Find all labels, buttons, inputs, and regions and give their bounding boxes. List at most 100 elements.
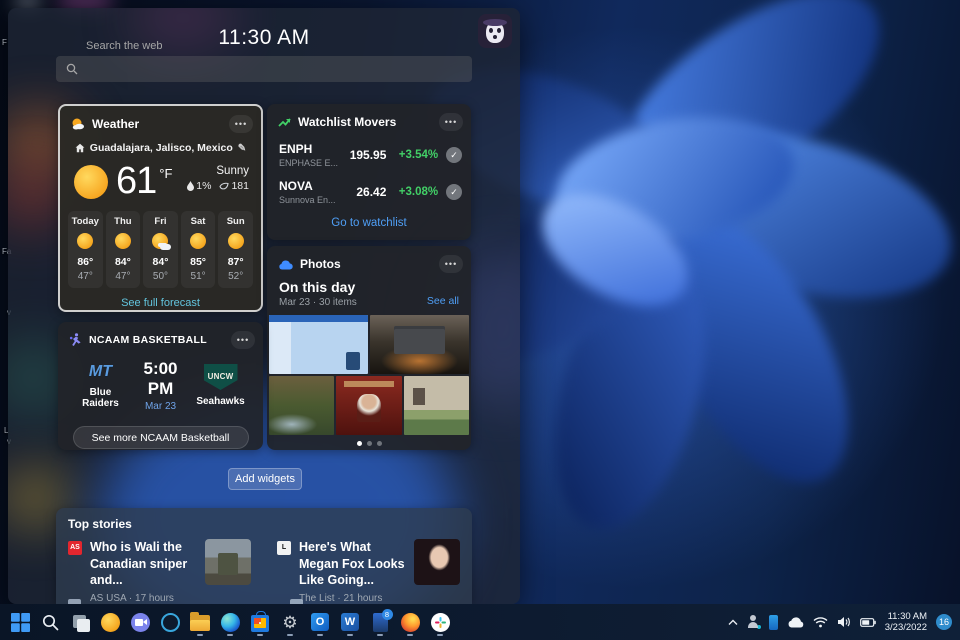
source-logo: AS [68, 541, 82, 555]
mt-logo: MT [72, 363, 129, 381]
chat-button[interactable] [128, 607, 152, 637]
windows-logo-icon [11, 613, 30, 632]
widget-title: Photos [300, 257, 432, 271]
taskbar-search-button[interactable] [38, 607, 62, 637]
edge-button[interactable] [218, 607, 242, 637]
volume-tray-icon[interactable] [837, 616, 851, 628]
presence-dot [756, 624, 762, 630]
outlook-button[interactable]: O [308, 607, 332, 637]
page-dot[interactable] [367, 441, 372, 446]
file-explorer-button[interactable] [188, 607, 212, 637]
sunny-icon [115, 233, 131, 249]
widgets-panel: 11:30 AM Search the web Weather [8, 8, 520, 604]
phone-icon [769, 615, 778, 630]
team-blue-raiders[interactable]: MT Blue Raiders [72, 363, 129, 409]
see-full-forecast-link[interactable]: See full forecast [60, 297, 261, 309]
news-story[interactable]: AS Who is Wali the Canadian sniper and..… [68, 539, 251, 604]
add-widgets-button[interactable]: Add widgets [228, 468, 302, 490]
onedrive-tray-icon[interactable] [787, 617, 804, 628]
forecast-day[interactable]: Sun 87° 52° [218, 211, 253, 288]
notification-count-badge[interactable]: 16 [936, 614, 952, 630]
task-view-button[interactable] [68, 607, 92, 637]
tray-chevron-up-button[interactable] [728, 619, 738, 626]
desktop-icon-label: F [2, 38, 7, 47]
forecast-day[interactable]: Sat 85° 51° [181, 211, 216, 288]
watchlist-widget[interactable]: Watchlist Movers ••• ENPH ENPHASE E... 1… [267, 104, 471, 240]
photo-thumbnail[interactable] [336, 376, 401, 435]
condition-text: Sunny [187, 165, 249, 177]
check-circle-icon[interactable]: ✓ [446, 147, 462, 163]
sunny-icon [228, 233, 244, 249]
pagination-dots [267, 441, 471, 446]
see-all-link[interactable]: See all [427, 295, 459, 308]
firefox-button[interactable] [398, 607, 422, 637]
search-input[interactable]: Search the web [56, 56, 472, 82]
photos-meta: Mar 23 · 30 items [279, 297, 427, 308]
search-placeholder: Search the web [86, 40, 162, 99]
check-circle-icon[interactable]: ✓ [446, 184, 462, 200]
ticker-name: Sunnova En... [279, 195, 343, 205]
edit-location-icon[interactable]: ✎ [238, 143, 246, 154]
profile-avatar[interactable] [478, 14, 512, 48]
running-indicator [347, 634, 353, 636]
current-temp: 61 [116, 161, 156, 201]
word-button[interactable]: W [338, 607, 362, 637]
news-story[interactable]: L Here's What Megan Fox Looks Like Going… [277, 539, 460, 604]
photo-thumbnail[interactable] [269, 376, 334, 435]
tray-clock[interactable]: 11:30 AM 3/23/2022 [885, 611, 927, 633]
ticker-symbol: ENPH [279, 142, 343, 156]
watchlist-row[interactable]: ENPH ENPHASE E... 195.95 +3.54% ✓ [267, 142, 471, 168]
widget-menu-button[interactable]: ••• [439, 255, 463, 273]
running-indicator [197, 634, 203, 636]
cortana-button[interactable] [158, 607, 182, 637]
widget-menu-button[interactable]: ••• [231, 331, 255, 349]
forecast-day[interactable]: Thu 84° 47° [106, 211, 141, 288]
photos-widget[interactable]: Photos ••• On this day Mar 23 · 30 items… [267, 246, 471, 450]
story-title: Here's What Megan Fox Looks Like Going..… [299, 539, 406, 589]
sports-widget[interactable]: NCAAM BASKETBALL ••• MT Blue Raiders 5:0… [58, 322, 263, 450]
ticker-price: 195.95 [343, 148, 387, 162]
phone-link-tray-icon[interactable] [769, 615, 778, 630]
photo-thumbnail[interactable] [269, 315, 368, 374]
wifi-tray-icon[interactable] [813, 617, 828, 628]
firefox-icon [401, 613, 420, 632]
ticker-symbol: NOVA [279, 179, 343, 193]
widget-menu-button[interactable]: ••• [439, 113, 463, 131]
settings-button[interactable]: ⚙ [278, 607, 302, 637]
basketball-player-icon [69, 333, 82, 347]
weather-widget[interactable]: Weather ••• Guadalajara, Jalisco, Mexico… [58, 104, 263, 312]
forecast-day[interactable]: Fri 84° 50° [143, 211, 178, 288]
watchlist-row[interactable]: NOVA Sunnova En... 26.42 +3.08% ✓ [267, 179, 471, 205]
store-bag-icon [251, 615, 269, 632]
widget-title: NCAAM BASKETBALL [89, 334, 224, 346]
source-logo: L [277, 541, 291, 555]
teams-status-tray-icon[interactable] [747, 615, 760, 629]
outlook-icon: O [311, 613, 329, 631]
photo-thumbnail[interactable] [404, 376, 469, 435]
widgets-button[interactable] [98, 607, 122, 637]
mail-button[interactable]: 8 [368, 607, 392, 637]
page-dot[interactable] [377, 441, 382, 446]
story-thumbnail [414, 539, 460, 585]
team-seahawks[interactable]: UNCW Seahawks [192, 364, 249, 407]
forecast-day[interactable]: Today 86° 47° [68, 211, 103, 288]
running-indicator [257, 634, 263, 636]
widget-menu-button[interactable]: ••• [229, 115, 253, 133]
go-to-watchlist-link[interactable]: Go to watchlist [267, 217, 471, 229]
uncw-logo: UNCW [204, 364, 238, 390]
slack-button[interactable] [428, 607, 452, 637]
search-icon [66, 63, 78, 75]
battery-tray-icon[interactable] [860, 618, 876, 627]
weather-location: Guadalajara, Jalisco, Mexico [90, 142, 233, 154]
see-more-basketball-button[interactable]: See more NCAAM Basketball [73, 426, 249, 449]
start-button[interactable] [8, 607, 32, 637]
page-dot[interactable] [357, 441, 362, 446]
game-date: Mar 23 [129, 401, 192, 412]
home-icon [75, 143, 85, 153]
photo-thumbnail[interactable] [370, 315, 469, 374]
trending-up-icon [278, 116, 291, 129]
top-stories-heading: Top stories [56, 508, 472, 531]
microsoft-store-button[interactable] [248, 607, 272, 637]
desktop-icon-blur [14, 0, 42, 8]
desktop: F Fa v L v 11:30 AM Search the web [0, 0, 960, 640]
